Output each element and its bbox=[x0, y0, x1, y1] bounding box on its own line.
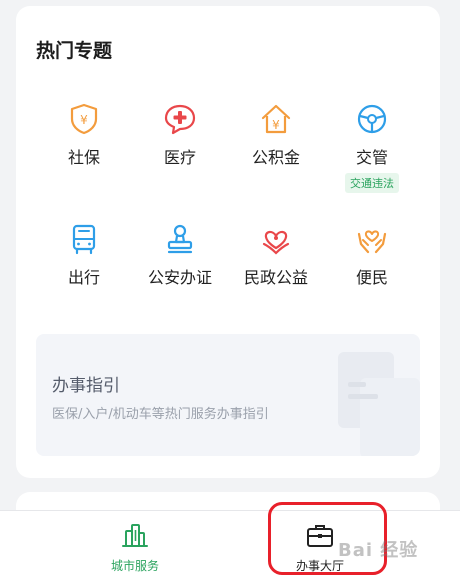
steering-wheel-icon bbox=[357, 104, 387, 134]
topic-minzheng-gongyi[interactable]: 民政公益 bbox=[226, 222, 326, 288]
watermark-text: Bai 经验 bbox=[338, 540, 419, 561]
hands-heart-icon bbox=[357, 230, 387, 254]
guide-title: 办事指引 bbox=[52, 376, 120, 396]
topic-label: 出行 bbox=[67, 268, 100, 287]
city-buildings-icon bbox=[122, 524, 148, 547]
topic-yiliao[interactable]: 医疗 bbox=[130, 102, 230, 168]
topic-shebao[interactable]: ¥ 社保 bbox=[34, 102, 134, 168]
tab-city-services[interactable]: 城市服务 bbox=[75, 521, 195, 574]
hot-topics-card: 热门专题 ¥ 社保 医疗 ¥ 公积金 交管 交通违法 出行 公安办证 民政公益 … bbox=[16, 6, 440, 478]
service-guide-banner[interactable]: 办事指引 医保/入户/机动车等热门服务办事指引 bbox=[36, 334, 420, 456]
topic-gongjijin[interactable]: ¥ 公积金 bbox=[226, 102, 326, 168]
document-illustration-icon bbox=[338, 352, 420, 456]
topic-label: 便民 bbox=[355, 268, 388, 287]
section-title: 热门专题 bbox=[36, 40, 113, 62]
topic-jiaoguan[interactable]: 交管 交通违法 bbox=[322, 102, 422, 193]
shield-yuan-icon: ¥ bbox=[70, 103, 98, 135]
medical-cross-icon bbox=[164, 104, 196, 135]
bus-icon bbox=[72, 224, 96, 255]
stamp-icon bbox=[167, 224, 193, 254]
guide-subtitle: 医保/入户/机动车等热门服务办事指引 bbox=[52, 407, 269, 422]
topic-label: 公积金 bbox=[251, 148, 300, 167]
topic-bianmin[interactable]: 便民 bbox=[322, 222, 422, 288]
svg-text:¥: ¥ bbox=[272, 118, 280, 132]
tab-label: 城市服务 bbox=[110, 559, 159, 573]
topic-label: 公安办证 bbox=[147, 268, 212, 287]
topic-gongan-banzheng[interactable]: 公安办证 bbox=[130, 222, 230, 288]
heart-flower-icon bbox=[262, 230, 290, 255]
house-yuan-icon: ¥ bbox=[261, 104, 291, 134]
topic-label: 社保 bbox=[67, 148, 100, 167]
topic-label: 交管 bbox=[355, 148, 388, 167]
topic-label: 医疗 bbox=[163, 148, 196, 167]
svg-text:¥: ¥ bbox=[80, 113, 88, 127]
topic-label: 民政公益 bbox=[243, 268, 308, 287]
topic-chuxing[interactable]: 出行 bbox=[34, 222, 134, 288]
traffic-violation-badge[interactable]: 交通违法 bbox=[345, 173, 399, 193]
